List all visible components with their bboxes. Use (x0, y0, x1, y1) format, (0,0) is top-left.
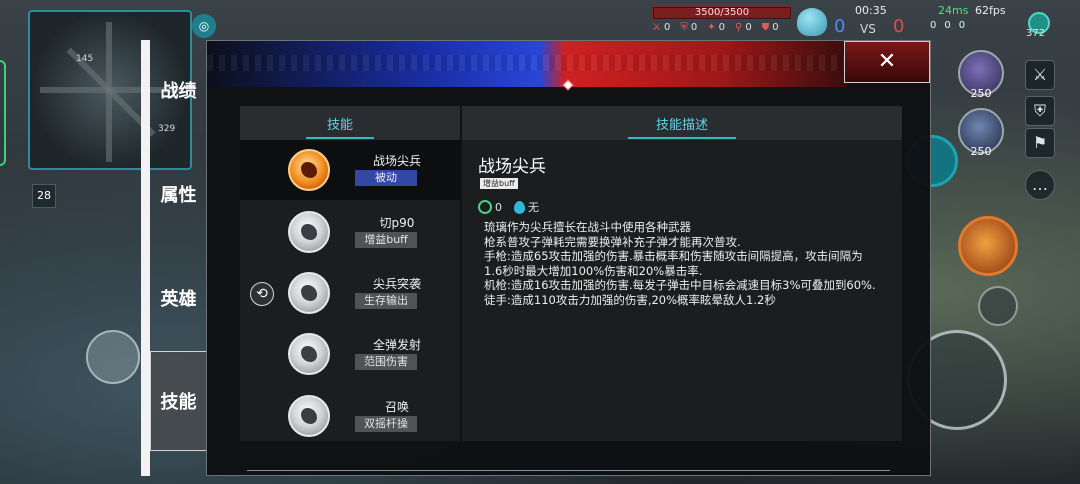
skill-name: 尖兵突袭 (372, 277, 421, 291)
skill-stats: 0 无 (478, 199, 539, 215)
ping-readout: 24ms (938, 4, 969, 17)
skills-list-header: 技能 (240, 106, 460, 140)
kda-stats: 000 (930, 20, 966, 31)
gold-count: 372 (1026, 28, 1046, 39)
side-tab-bar: 战绩 属性 英雄 技能 (141, 40, 207, 476)
tab-record[interactable]: 战绩 (150, 40, 207, 140)
skill-tag: 增益buff (355, 232, 417, 248)
tab-skill-description[interactable]: 技能描述 (628, 114, 736, 139)
tab-hero[interactable]: 英雄 (150, 248, 207, 348)
skill-tag: 被动 (355, 170, 417, 186)
swap-icon[interactable]: ⟲ (250, 282, 274, 306)
skill-button[interactable] (958, 216, 1018, 276)
banner-divider-icon (562, 79, 574, 91)
left-edge-tab[interactable] (0, 60, 6, 166)
skill-name: 全弹发射 (372, 338, 421, 352)
item-button[interactable] (978, 286, 1018, 326)
close-icon: ✕ (877, 49, 897, 74)
skill-row[interactable]: 召唤 双摇杆操 (240, 386, 460, 446)
score-left: 0 (834, 16, 846, 37)
side-rail (141, 40, 150, 476)
skill-tag: 双摇杆操 (355, 416, 417, 432)
minimap-label: 145 (76, 54, 94, 64)
fps-readout: 62fps (975, 4, 1006, 17)
skill-tag: 范围伤害 (355, 354, 417, 370)
close-button[interactable]: ✕ (844, 41, 930, 83)
skill-row[interactable]: 战场尖兵 被动 (240, 140, 460, 200)
passive-skill-icon (288, 149, 330, 191)
slime-avatar-icon (797, 8, 827, 36)
tab-attributes[interactable]: 属性 (150, 144, 207, 244)
skill-4-icon (288, 395, 330, 437)
team-stats: ⚔ 0 ⛨ 0 ✦ 0 ⚲ 0 ⛊ 0 (652, 22, 779, 33)
skill-description-panel: 技能描述 战场尖兵 增益buff 0 无 琉璃作为尖兵擅长在战斗中使用各种武器 … (462, 106, 902, 441)
skill-1-icon (288, 211, 330, 253)
team-banner (207, 41, 847, 91)
skill-title: 战场尖兵 (478, 157, 546, 177)
score-right: 0 (893, 16, 905, 37)
teammate-portrait[interactable]: 250 (958, 50, 1004, 100)
skill-name: 切p90 (379, 216, 415, 230)
skill-name: 战场尖兵 (372, 154, 421, 168)
skill-description-text: 琉璃作为尖兵擅长在战斗中使用各种武器 枪系普攻子弹耗完需要换弹补充子弹才能再次普… (484, 220, 876, 307)
description-header: 技能描述 (462, 106, 902, 140)
modal-bottom-border (247, 470, 890, 476)
skill-2-icon (288, 272, 330, 314)
joystick[interactable] (86, 330, 140, 384)
cooldown-icon (478, 200, 492, 214)
base-hp-text: 3500/3500 (694, 7, 750, 18)
skill-row[interactable]: 全弹发射 范围伤害 (240, 324, 460, 384)
tab-skills[interactable]: 技能 (150, 351, 207, 451)
sword-icon[interactable]: ⚔ (1025, 60, 1055, 90)
base-hp-bar: 3500/3500 (652, 6, 792, 20)
skills-list-panel: 技能 战场尖兵 被动 切p90 增益buff ⟲ 尖兵突袭 生存输出 全弹发射 … (240, 106, 460, 441)
skill-3-icon (288, 333, 330, 375)
vs-label: VS (860, 22, 876, 36)
match-time: 00:35 (855, 4, 887, 17)
level-badge[interactable]: 28 (32, 184, 56, 208)
signal-icon[interactable]: ◎ (192, 14, 216, 38)
mana-icon (514, 200, 525, 214)
skill-tag: 生存输出 (355, 293, 417, 309)
chat-icon[interactable]: … (1025, 170, 1055, 200)
flag-icon[interactable]: ⚑ (1025, 128, 1055, 158)
cooldown-value: 0 (495, 200, 502, 214)
skill-row[interactable]: 切p90 增益buff (240, 202, 460, 262)
skill-name: 召唤 (384, 400, 409, 414)
tab-skills-list[interactable]: 技能 (306, 114, 374, 139)
shield-plus-icon[interactable]: ⛨ (1025, 96, 1055, 126)
mana-value: 无 (528, 201, 539, 214)
skill-type-tag: 增益buff (480, 178, 518, 189)
skill-row[interactable]: ⟲ 尖兵突袭 生存输出 (240, 263, 460, 323)
teammate-portrait[interactable]: 250 (958, 108, 1004, 158)
